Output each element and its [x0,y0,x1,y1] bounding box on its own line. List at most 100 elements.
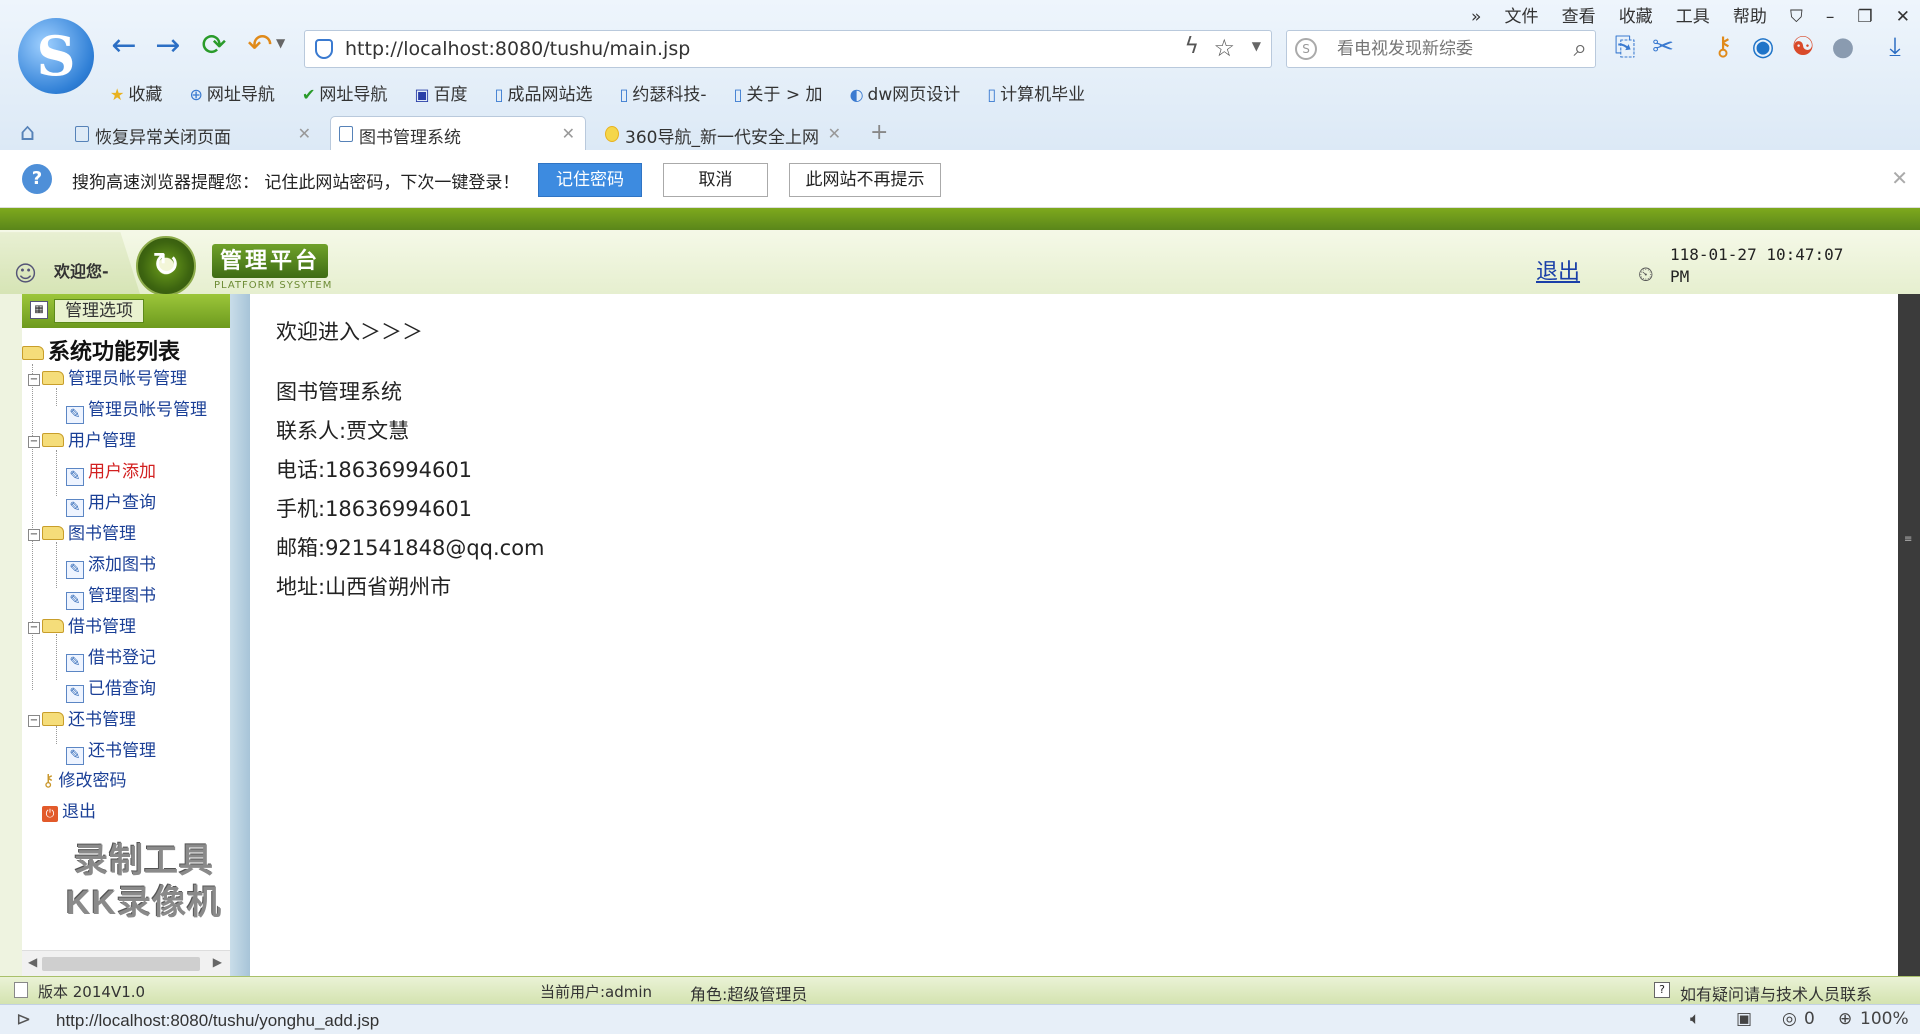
tab-close-icon[interactable]: ✕ [828,124,841,143]
tree-item-borrowed-query[interactable]: ✎ 已借查询 [66,674,156,703]
collapse-icon[interactable]: − [28,529,40,541]
tab-library[interactable]: 图书管理系统 ✕ [330,116,586,150]
scroll-right-icon[interactable]: ▶ [213,955,222,969]
collapse-icon[interactable]: − [28,436,40,448]
bookmark-site-3[interactable]: ▯ 关于 > 加 [734,80,823,105]
tree-group-books[interactable]: − 图书管理 [28,519,136,544]
tab-close-icon[interactable]: ✕ [298,124,311,143]
zoom-level[interactable]: 100% [1860,1009,1909,1029]
tree-item-borrow-register[interactable]: ✎ 借书登记 [66,643,156,672]
sidebar-toggle-icon[interactable]: ⊳ [16,1009,31,1030]
skin-icon[interactable]: ● [1826,32,1860,62]
key-icon[interactable]: ⚷ [1706,32,1740,62]
minimize-icon[interactable]: – [1826,7,1835,27]
url-text[interactable]: http://localhost:8080/tushu/main.jsp [345,38,690,60]
star-icon: ★ [110,85,125,104]
close-icon[interactable]: ✕ [1896,7,1910,27]
lightning-icon[interactable]: ϟ [1184,34,1199,59]
tree-item-add-book[interactable]: ✎ 添加图书 [66,550,156,579]
search-icon[interactable]: ⌕ [1574,34,1587,62]
scrollbar-thumb[interactable] [42,957,200,971]
forward-arrow-icon[interactable]: → [150,28,186,64]
tree-item-logout[interactable]: ⏻ 退出 [42,797,96,822]
menu-favorites[interactable]: 收藏 [1619,2,1653,27]
bookmark-nav-1[interactable]: ⊕ 网址导航 [189,80,274,105]
cancel-button[interactable]: 取消 [663,163,768,197]
bookmark-site-4[interactable]: ◐ dw网页设计 [850,80,961,105]
tree-group-return[interactable]: − 还书管理 [28,705,136,730]
refresh-icon[interactable]: ⟳ [196,28,232,64]
tree-item-change-password[interactable]: ⚷ 修改密码 [42,766,126,791]
undo-dropdown-icon[interactable]: ▼ [276,36,285,50]
search-box[interactable]: S ⌕ [1286,30,1596,68]
bookmark-baidu[interactable]: ▣ 百度 [414,80,467,105]
bookmark-label: 百度 [433,85,468,105]
tree-item-label: 还书管理 [88,741,156,761]
remember-password-button[interactable]: 记住密码 [538,163,642,197]
undo-icon[interactable]: ↶ [242,28,278,64]
tree-root-label: 系统功能列表 [48,340,181,365]
download-icon[interactable]: ⤓ [1878,32,1912,63]
search-input[interactable] [1337,37,1547,61]
menu-file[interactable]: 文件 [1505,2,1539,27]
tab-360[interactable]: 360导航_新一代安全上网 ✕ [596,116,852,150]
back-arrow-icon[interactable]: ← [106,28,142,64]
window-icon[interactable]: ▣ [1736,1009,1752,1029]
home-icon[interactable]: ⌂ [20,118,35,146]
menu-bar: » 文件 查看 收藏 工具 帮助 ⛉ – ❐ ✕ [1453,2,1910,27]
tree-item-admin-accounts[interactable]: ✎ 管理员帐号管理 [66,395,207,424]
tree-group-users[interactable]: − 用户管理 [28,426,136,451]
url-dropdown-icon[interactable]: ▼ [1252,39,1261,53]
scroll-left-icon[interactable]: ◀ [28,955,37,969]
tab-close-icon[interactable]: ✕ [562,124,575,143]
address-bar[interactable]: http://localhost:8080/tushu/main.jsp ϟ ☆… [304,30,1272,68]
zoom-icon[interactable]: ⊕ [1838,1009,1852,1029]
tree-item-return-manage[interactable]: ✎ 还书管理 [66,736,156,765]
share-icon[interactable]: ⎘ [1608,32,1642,63]
adblock-count: 0 [1804,1009,1815,1029]
adblock-icon[interactable]: ◎ [1782,1009,1797,1029]
bookmark-star-icon[interactable]: ☆ [1213,34,1235,62]
bookmark-site-1[interactable]: ▯ 成品网站选 [495,80,593,105]
tree-group-borrow[interactable]: − 借书管理 [28,612,136,637]
tree-root[interactable]: 系统功能列表 [22,334,180,366]
close-icon[interactable]: ✕ [1891,166,1908,190]
tree-item-user-add[interactable]: ✎ 用户添加 [66,457,156,486]
horizontal-scrollbar[interactable]: ◀ ▶ [22,950,230,976]
tree-item-manage-books[interactable]: ✎ 管理图书 [66,581,156,610]
sidebar-header-label[interactable]: 管理选项 [54,299,144,323]
tab-restore[interactable]: 恢复异常关闭页面 ✕ [66,116,322,150]
tools-icon[interactable]: ✂ [1646,32,1680,62]
menu-more[interactable]: » [1471,7,1481,27]
infobar-message: 搜狗高速浏览器提醒您： 记住此网站密码，下次一键登录！ [72,173,520,193]
bookmark-nav-2[interactable]: ✔ 网址导航 [302,80,387,105]
bookmark-site-2[interactable]: ▯ 约瑟科技- [620,80,707,105]
logout-link[interactable]: 退出 [1536,254,1580,286]
grip-icon[interactable]: ≡ [1904,534,1912,546]
folder-icon [42,433,64,447]
tree-guide [56,634,57,680]
bookmark-site-5[interactable]: ▯ 计算机毕业 [987,80,1085,105]
new-tab-icon[interactable]: + [870,120,888,145]
bookmark-label: 网址导航 [206,85,275,105]
tree-item-user-query[interactable]: ✎ 用户查询 [66,488,156,517]
menu-help[interactable]: 帮助 [1733,2,1767,27]
never-remind-button[interactable]: 此网站不再提示 [789,163,941,197]
menu-tools[interactable]: 工具 [1676,2,1710,27]
restore-icon[interactable]: ❐ [1857,7,1872,27]
shirt-icon[interactable]: ⛉ [1790,7,1803,27]
frame-splitter[interactable] [230,294,250,976]
collapse-icon[interactable]: − [28,374,40,386]
speaker-icon[interactable]: 🔈︎ [1690,1009,1700,1029]
collapse-icon[interactable]: − [28,622,40,634]
page-icon [75,126,89,142]
collapse-icon[interactable]: − [28,715,40,727]
weibo-icon[interactable]: ☯ [1786,32,1820,62]
bookmark-favorites[interactable]: ★ 收藏 [110,80,162,105]
tree-item-label: 退出 [62,802,96,822]
security-scan-icon[interactable]: ◉ [1746,32,1780,62]
search-engine-icon[interactable]: S [1295,38,1317,60]
page-icon: ▯ [619,85,629,104]
tree-group-admin[interactable]: − 管理员帐号管理 [28,364,187,389]
menu-view[interactable]: 查看 [1562,2,1596,27]
